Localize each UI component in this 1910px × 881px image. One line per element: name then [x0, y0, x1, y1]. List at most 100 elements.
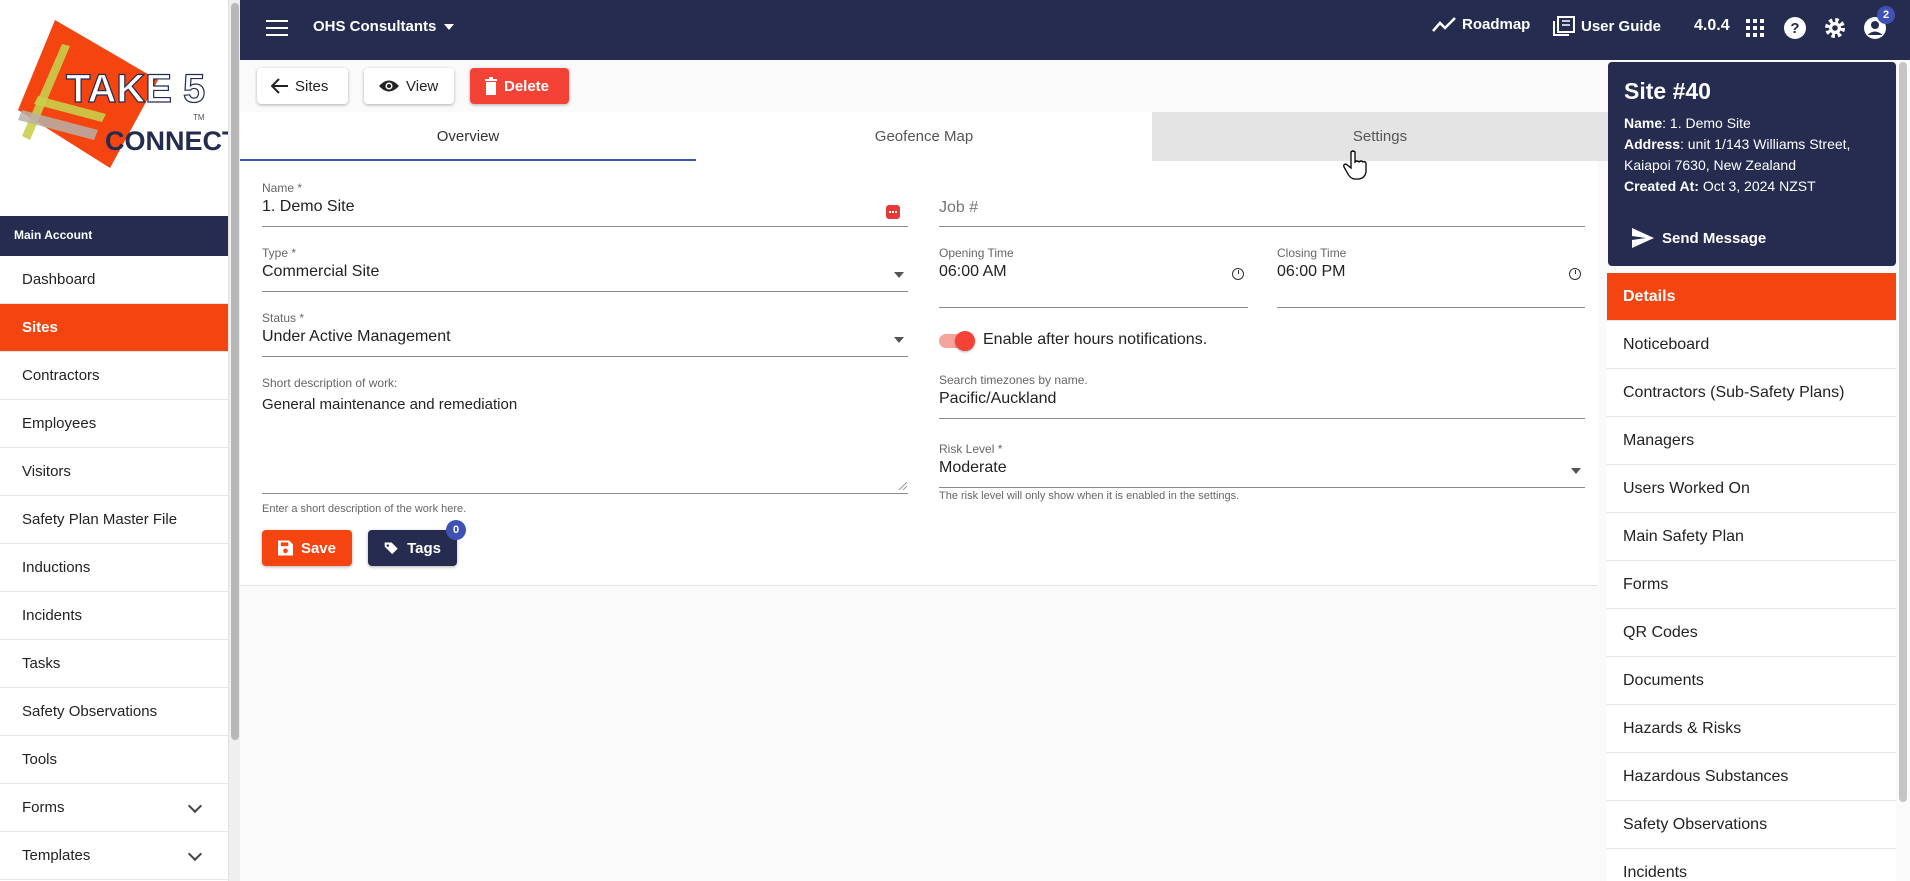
send-message-label: Send Message: [1662, 229, 1767, 247]
sidebar-item-label: Templates: [22, 847, 91, 864]
description-hint: Enter a short description of the work he…: [262, 503, 467, 515]
logo-text-connect: CONNECT: [105, 126, 228, 156]
type-label: Type *: [262, 246, 297, 260]
svg-text:?: ?: [1790, 20, 1799, 37]
section-item-main-safety-plan[interactable]: Main Safety Plan: [1607, 513, 1896, 561]
sidebar-item-label: Safety Observations: [22, 703, 158, 720]
logo-tm: TM: [193, 113, 205, 122]
sidebar-item-sites[interactable]: Sites: [0, 304, 228, 352]
sidebar-item-label: Contractors: [22, 367, 100, 384]
timezone-field[interactable]: Search timezones by name. Pacific/Auckla…: [939, 373, 1585, 419]
top-bar: OHS Consultants Roadmap User Guide 4.0.4…: [240, 0, 1910, 60]
section-item-noticeboard[interactable]: Noticeboard: [1607, 321, 1896, 369]
sidebar-item-label: Sites: [22, 319, 58, 336]
right-panel-scrollbar[interactable]: [1896, 60, 1910, 881]
opening-time-value: 06:00 AM: [939, 263, 1007, 280]
site-info: Name: 1. Demo Site Address: unit 1/143 W…: [1624, 113, 1880, 197]
name-field[interactable]: Name * 1. Demo Site: [262, 181, 908, 227]
clock-icon[interactable]: [1569, 268, 1581, 280]
apps-grid-icon[interactable]: [1742, 15, 1768, 41]
tab-settings[interactable]: Settings: [1152, 112, 1608, 161]
form-autofill-icon[interactable]: [886, 205, 900, 219]
toggle-thumb[interactable]: [955, 331, 975, 351]
closing-time-field[interactable]: Closing Time 06:00 PM: [1277, 246, 1585, 308]
job-number-field[interactable]: Job #: [939, 181, 1585, 227]
tags-button[interactable]: Tags: [368, 530, 457, 566]
section-item-details[interactable]: Details: [1607, 273, 1896, 321]
section-item-hazards-risks[interactable]: Hazards & Risks: [1607, 705, 1896, 753]
sidebar-item-label: Tools: [22, 751, 58, 768]
roadmap-link[interactable]: Roadmap: [1432, 16, 1530, 33]
sidebar-item-label: Safety Plan Master File: [22, 511, 178, 528]
sidebar-item-visitors[interactable]: Visitors: [0, 448, 228, 496]
section-item-incidents[interactable]: Incidents: [1607, 849, 1896, 881]
section-item-safety-observations[interactable]: Safety Observations: [1607, 801, 1896, 849]
site-created-label: Created At:: [1624, 178, 1699, 194]
section-item-managers[interactable]: Managers: [1607, 417, 1896, 465]
description-label: Short description of work:: [262, 376, 398, 390]
section-item-users-worked-on[interactable]: Users Worked On: [1607, 465, 1896, 513]
sidebar-item-contractors[interactable]: Contractors: [0, 352, 228, 400]
delete-button[interactable]: Delete: [470, 68, 569, 104]
send-message-button[interactable]: Send Message: [1632, 228, 1766, 248]
org-selector[interactable]: OHS Consultants: [313, 18, 455, 35]
section-item-documents[interactable]: Documents: [1607, 657, 1896, 705]
back-button-label: Sites: [295, 77, 329, 95]
description-textarea[interactable]: Short description of work: General maint…: [262, 376, 908, 494]
timezone-value: Pacific/Auckland: [939, 390, 1057, 407]
status-select[interactable]: Status * Under Active Management: [262, 311, 908, 357]
after-hours-toggle[interactable]: Enable after hours notifications.: [939, 328, 1339, 354]
resize-handle-icon[interactable]: [899, 482, 907, 490]
menu-icon[interactable]: [266, 20, 288, 36]
chevron-down-icon[interactable]: [187, 846, 203, 861]
save-button[interactable]: Save: [262, 530, 352, 566]
roadmap-label: Roadmap: [1462, 16, 1531, 33]
floppy-disk-icon: [278, 540, 293, 556]
sidebar-item-safety-observations[interactable]: Safety Observations: [0, 688, 228, 736]
type-select[interactable]: Type * Commercial Site: [262, 246, 908, 292]
risk-level-label: Risk Level *: [939, 442, 1003, 456]
section-item-forms[interactable]: Forms: [1607, 561, 1896, 609]
sidebar-item-tools[interactable]: Tools: [0, 736, 228, 784]
sidebar-item-employees[interactable]: Employees: [0, 400, 228, 448]
sidebar-item-templates[interactable]: Templates: [0, 832, 228, 880]
status-label: Status *: [262, 311, 305, 325]
view-button[interactable]: View: [364, 68, 454, 104]
sidebar-item-label: Forms: [22, 799, 65, 816]
risk-level-hint: The risk level will only show when it is…: [939, 490, 1240, 502]
user-guide-link[interactable]: User Guide: [1553, 16, 1661, 36]
section-item-hazardous-substances[interactable]: Hazardous Substances: [1607, 753, 1896, 801]
risk-level-value: Moderate: [939, 459, 1007, 476]
sidebar-item-inductions[interactable]: Inductions: [0, 544, 228, 592]
right-panel-scrollbar-thumb[interactable]: [1899, 62, 1907, 802]
site-name-value: : 1. Demo Site: [1662, 115, 1751, 131]
opening-time-field[interactable]: Opening Time 06:00 AM: [939, 246, 1248, 308]
tags-count-badge: 0: [446, 520, 466, 540]
sidebar-scrollbar-thumb[interactable]: [231, 3, 239, 740]
help-icon[interactable]: ?: [1782, 15, 1808, 41]
trend-icon: [1432, 16, 1456, 32]
sidebar-item-tasks[interactable]: Tasks: [0, 640, 228, 688]
back-to-sites-button[interactable]: Sites: [257, 68, 348, 104]
sidebar-scrollbar[interactable]: [228, 0, 240, 881]
chevron-down-icon[interactable]: [187, 798, 203, 813]
sidebar-item-safety-plan-master-file[interactable]: Safety Plan Master File: [0, 496, 228, 544]
tab-geofence-map[interactable]: Geofence Map: [696, 112, 1152, 161]
tab-overview[interactable]: Overview: [240, 112, 696, 161]
sidebar-item-dashboard[interactable]: Dashboard: [0, 256, 228, 304]
job-number-placeholder: Job #: [939, 199, 979, 216]
risk-level-select[interactable]: Risk Level * Moderate: [939, 442, 1585, 488]
status-value: Under Active Management: [262, 328, 451, 345]
timezone-label: Search timezones by name.: [939, 373, 1088, 387]
settings-gear-icon[interactable]: [1822, 15, 1848, 41]
logo[interactable]: TAKE 5 CONNECT TM: [0, 0, 228, 216]
site-created-value: Oct 3, 2024 NZST: [1698, 178, 1816, 194]
section-item-contractors-sub-safety-plans-[interactable]: Contractors (Sub-Safety Plans): [1607, 369, 1896, 417]
sidebar-item-forms[interactable]: Forms: [0, 784, 228, 832]
section-item-qr-codes[interactable]: QR Codes: [1607, 609, 1896, 657]
arrow-left-icon: [271, 78, 288, 94]
sidebar-item-label: Tasks: [22, 655, 61, 672]
sidebar-item-incidents[interactable]: Incidents: [0, 592, 228, 640]
org-name: OHS Consultants: [313, 18, 437, 35]
clock-icon[interactable]: [1232, 268, 1244, 280]
